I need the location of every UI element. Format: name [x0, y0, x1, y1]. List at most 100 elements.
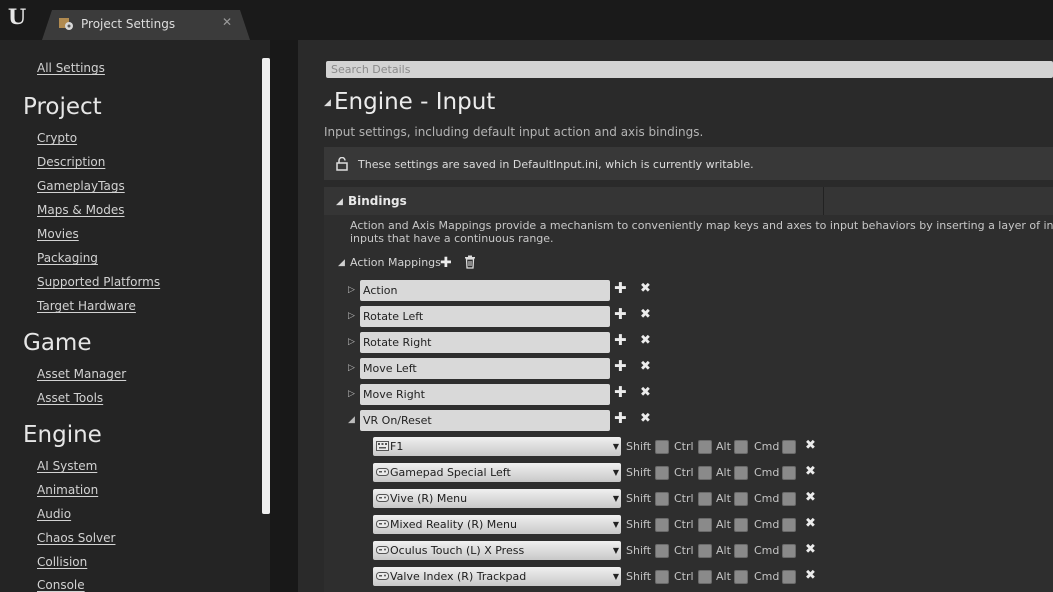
tab-close-icon[interactable]: ✕	[222, 15, 232, 29]
sidebar-item-crypto[interactable]: Crypto	[37, 131, 77, 145]
remove-key-icon[interactable]: ✖	[805, 568, 816, 583]
ctrl-checkbox[interactable]	[698, 570, 712, 584]
key-selector[interactable]: Mixed Reality (R) Menu ▼	[373, 515, 621, 534]
cmd-label: Cmd	[754, 570, 780, 583]
sidebar-scrollbar-thumb[interactable]	[262, 58, 270, 514]
shift-checkbox[interactable]	[655, 570, 669, 584]
sidebar-item-ai-system[interactable]: AI System	[37, 459, 97, 473]
action-collapse-arrow-icon[interactable]: ◢	[348, 415, 355, 425]
alt-checkbox[interactable]	[734, 544, 748, 558]
remove-key-icon[interactable]: ✖	[805, 464, 816, 479]
sidebar-item-asset-tools[interactable]: Asset Tools	[37, 391, 103, 405]
trash-icon[interactable]	[464, 255, 476, 269]
gamepad-icon	[376, 494, 389, 502]
remove-action-icon[interactable]: ✖	[640, 307, 651, 322]
remove-key-icon[interactable]: ✖	[805, 542, 816, 557]
sidebar-item-all-settings[interactable]: All Settings	[37, 61, 105, 75]
cmd-checkbox[interactable]	[782, 570, 796, 584]
sidebar-item-collision[interactable]: Collision	[37, 555, 87, 569]
sidebar-item-animation[interactable]: Animation	[37, 483, 98, 497]
sidebar-item-description[interactable]: Description	[37, 155, 105, 169]
add-key-icon[interactable]: ✚	[614, 331, 627, 349]
shift-checkbox[interactable]	[655, 466, 669, 480]
search-input[interactable]: Search Details	[326, 61, 1053, 78]
sidebar-item-console[interactable]: Console	[37, 578, 85, 592]
key-selector[interactable]: Valve Index (R) Trackpad ▼	[373, 567, 621, 586]
sidebar-item-maps-modes[interactable]: Maps & Modes	[37, 203, 125, 217]
remove-action-icon[interactable]: ✖	[640, 359, 651, 374]
alt-checkbox[interactable]	[734, 466, 748, 480]
sidebar-item-packaging[interactable]: Packaging	[37, 251, 98, 265]
action-expand-arrow-icon[interactable]: ▷	[348, 337, 355, 347]
shift-checkbox[interactable]	[655, 544, 669, 558]
ctrl-checkbox[interactable]	[698, 544, 712, 558]
bindings-category-header[interactable]	[324, 187, 1053, 215]
shift-checkbox[interactable]	[655, 440, 669, 454]
action-name-field[interactable]: Rotate Right	[360, 332, 610, 353]
action-mappings-collapse-arrow-icon[interactable]: ◢	[338, 258, 345, 268]
alt-checkbox[interactable]	[734, 518, 748, 532]
key-selector[interactable]: F1 ▼	[373, 437, 621, 456]
action-expand-arrow-icon[interactable]: ▷	[348, 363, 355, 373]
unreal-logo-icon[interactable]: U	[4, 4, 30, 30]
action-name-field[interactable]: VR On/Reset	[360, 410, 610, 431]
add-action-mapping-icon[interactable]: ✚	[440, 255, 452, 271]
action-name-field[interactable]: Action	[360, 280, 610, 301]
pane-divider[interactable]	[270, 40, 298, 592]
key-name: Vive (R) Menu	[390, 492, 468, 505]
key-selector[interactable]: Gamepad Special Left ▼	[373, 463, 621, 482]
action-expand-arrow-icon[interactable]: ▷	[348, 311, 355, 321]
action-expand-arrow-icon[interactable]: ▷	[348, 285, 355, 295]
cmd-checkbox[interactable]	[782, 440, 796, 454]
remove-action-icon[interactable]: ✖	[640, 281, 651, 296]
shift-label: Shift	[626, 492, 652, 505]
remove-action-icon[interactable]: ✖	[640, 385, 651, 400]
cmd-checkbox[interactable]	[782, 518, 796, 532]
sidebar-item-chaos-solver[interactable]: Chaos Solver	[37, 531, 115, 545]
ctrl-checkbox[interactable]	[698, 518, 712, 532]
cmd-checkbox[interactable]	[782, 466, 796, 480]
dropdown-arrow-icon: ▼	[612, 546, 619, 555]
key-name: Mixed Reality (R) Menu	[390, 518, 517, 531]
key-selector[interactable]: Oculus Touch (L) X Press ▼	[373, 541, 621, 560]
sidebar-item-movies[interactable]: Movies	[37, 227, 79, 241]
bindings-description-line-2: inputs that have a continuous range.	[350, 232, 554, 245]
ctrl-checkbox[interactable]	[698, 440, 712, 454]
action-name-field[interactable]: Move Right	[360, 384, 610, 405]
alt-checkbox[interactable]	[734, 492, 748, 506]
action-expand-arrow-icon[interactable]: ▷	[348, 389, 355, 399]
add-key-icon[interactable]: ✚	[614, 383, 627, 401]
action-name-field[interactable]: Rotate Left	[360, 306, 610, 327]
add-key-icon[interactable]: ✚	[614, 357, 627, 375]
action-name-field[interactable]: Move Left	[360, 358, 610, 379]
cmd-label: Cmd	[754, 544, 780, 557]
sidebar-item-audio[interactable]: Audio	[37, 507, 71, 521]
shift-checkbox[interactable]	[655, 492, 669, 506]
alt-checkbox[interactable]	[734, 440, 748, 454]
key-name: Valve Index (R) Trackpad	[390, 570, 527, 583]
sidebar-item-gameplaytags[interactable]: GameplayTags	[37, 179, 125, 193]
add-key-icon[interactable]: ✚	[614, 279, 627, 297]
cmd-checkbox[interactable]	[782, 492, 796, 506]
collapse-arrow-icon[interactable]: ◢	[324, 98, 331, 108]
ctrl-checkbox[interactable]	[698, 492, 712, 506]
sidebar-item-asset-manager[interactable]: Asset Manager	[37, 367, 126, 381]
bindings-collapse-arrow-icon[interactable]: ◢	[336, 197, 343, 207]
remove-action-icon[interactable]: ✖	[640, 411, 651, 426]
remove-key-icon[interactable]: ✖	[805, 516, 816, 531]
shift-label: Shift	[626, 544, 652, 557]
shift-checkbox[interactable]	[655, 518, 669, 532]
key-selector[interactable]: Vive (R) Menu ▼	[373, 489, 621, 508]
remove-key-icon[interactable]: ✖	[805, 490, 816, 505]
shift-label: Shift	[626, 466, 652, 479]
sidebar-item-supported-platforms[interactable]: Supported Platforms	[37, 275, 160, 289]
ctrl-checkbox[interactable]	[698, 466, 712, 480]
alt-checkbox[interactable]	[734, 570, 748, 584]
sidebar-item-target-hardware[interactable]: Target Hardware	[37, 299, 136, 313]
remove-action-icon[interactable]: ✖	[640, 333, 651, 348]
add-key-icon[interactable]: ✚	[614, 305, 627, 323]
cmd-checkbox[interactable]	[782, 544, 796, 558]
remove-key-icon[interactable]: ✖	[805, 438, 816, 453]
add-key-icon[interactable]: ✚	[614, 409, 627, 427]
ctrl-label: Ctrl	[674, 518, 694, 531]
